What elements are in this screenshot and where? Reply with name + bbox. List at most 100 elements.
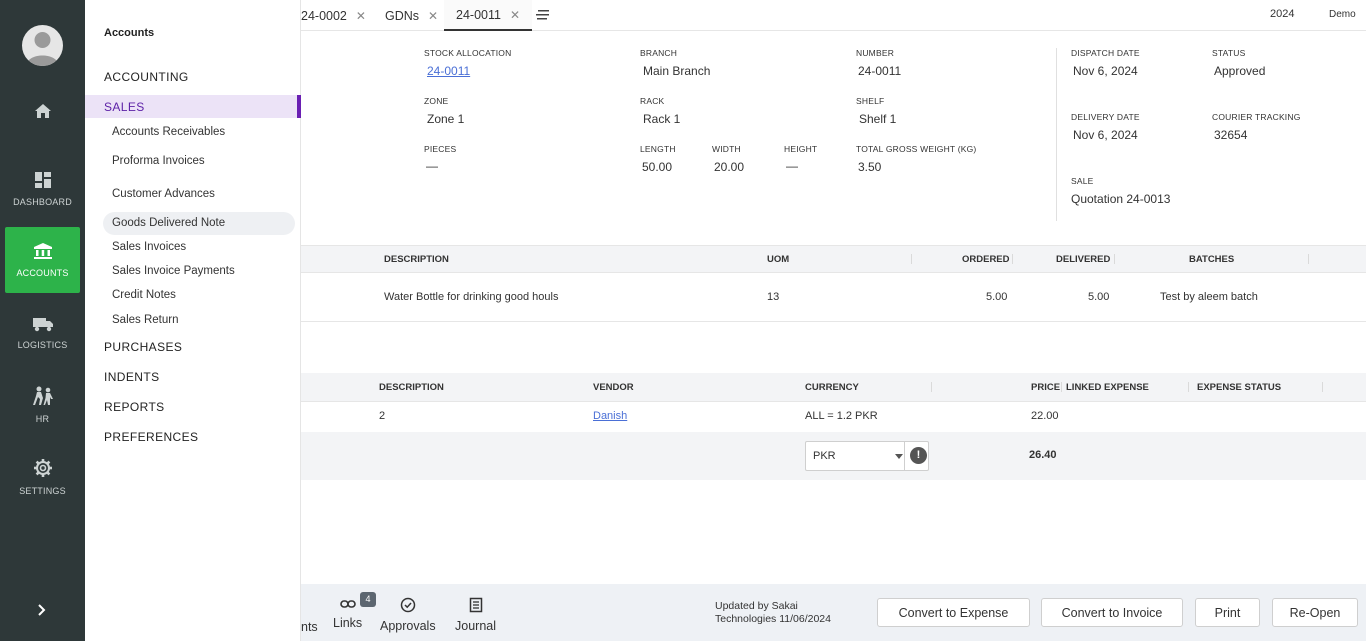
menu-section-reports[interactable]: REPORTS (104, 400, 165, 414)
value-sale[interactable]: Quotation 24-0013 (1071, 192, 1170, 206)
currency-select[interactable]: PKR ! (805, 441, 929, 471)
avatar[interactable] (22, 25, 63, 66)
menu-item-sales-invoices[interactable]: Sales Invoices (112, 241, 186, 253)
dashboard-icon (34, 172, 51, 188)
rail-label-dashboard: DASHBOARD (13, 197, 72, 207)
column-separator (1188, 382, 1189, 392)
column-separator (911, 254, 912, 264)
label-branch: BRANCH (640, 48, 678, 58)
approvals-button[interactable]: Approvals (380, 597, 436, 633)
expense-row-vendor[interactable]: Danish (593, 410, 627, 422)
convert-to-expense-button[interactable]: Convert to Expense (877, 598, 1030, 627)
chevron-right-icon (38, 604, 46, 616)
value-stock-allocation[interactable]: 24-0011 (427, 64, 470, 78)
convert-to-invoice-button[interactable]: Convert to Invoice (1041, 598, 1183, 627)
fiscal-year[interactable]: 2024 (1270, 8, 1294, 20)
close-icon[interactable]: ✕ (356, 9, 366, 23)
row-description: Water Bottle for drinking good houls (384, 291, 559, 303)
header-currency: CURRENCY (805, 382, 859, 393)
journal-icon (469, 597, 482, 613)
menu-item-sales-invoice-payments[interactable]: Sales Invoice Payments (112, 265, 235, 277)
value-shelf: Shelf 1 (859, 112, 897, 126)
menu-item-customer-advances[interactable]: Customer Advances (112, 188, 215, 200)
value-dispatch-date: Nov 6, 2024 (1073, 64, 1138, 78)
column-separator (931, 382, 932, 392)
menu-section-indents[interactable]: INDENTS (104, 370, 159, 384)
label-status: STATUS (1212, 48, 1246, 58)
label-pieces: PIECES (424, 144, 457, 154)
value-status: Approved (1214, 64, 1266, 78)
value-rack: Rack 1 (643, 112, 681, 126)
divider (301, 321, 1366, 322)
header-price: PRICE (1031, 382, 1061, 393)
label-dispatch-date: DISPATCH DATE (1071, 48, 1140, 58)
expense-row-currency: ALL = 1.2 PKR (805, 410, 878, 422)
user-silhouette-icon (26, 32, 59, 66)
vendor-link[interactable]: Danish (593, 410, 627, 422)
warning-icon[interactable]: ! (910, 447, 927, 464)
menu-item-proforma-invoices[interactable]: Proforma Invoices (112, 155, 205, 167)
rail-item-hr[interactable]: HR (5, 372, 80, 438)
menu-item-accounts-receivables[interactable]: Accounts Receivables (112, 126, 225, 138)
rail-label-hr: HR (35, 414, 50, 424)
user-name[interactable]: Demo (1329, 9, 1356, 20)
reopen-button[interactable]: Re-Open (1272, 598, 1358, 627)
gear-icon (33, 459, 52, 477)
menu-section-accounting[interactable]: ACCOUNTING (104, 70, 189, 84)
value-courier-tracking: 32654 (1214, 128, 1248, 142)
stock-allocation-link[interactable]: 24-0011 (427, 64, 470, 78)
close-icon[interactable]: ✕ (510, 8, 520, 22)
label-height: HEIGHT (784, 144, 818, 154)
menu-item-credit-notes[interactable]: Credit Notes (112, 289, 176, 301)
row-uom: 13 (767, 291, 780, 303)
value-height: — (786, 159, 798, 173)
tab-list-icon[interactable] (536, 9, 550, 21)
value-length: 50.00 (642, 160, 673, 174)
print-button[interactable]: Print (1195, 598, 1260, 627)
value-delivery-date: Nov 6, 2024 (1073, 128, 1138, 142)
details-divider (1056, 48, 1057, 221)
divider (301, 272, 1366, 273)
accounts-drawer: Accounts ACCOUNTING SALES Accounts Recei… (85, 0, 301, 641)
updated-by-date: Technologies 11/06/2024 (715, 613, 831, 625)
expense-row-description: 2 (379, 410, 386, 422)
row-batches: Test by aleem batch (1160, 291, 1258, 303)
menu-item-sales-return[interactable]: Sales Return (112, 314, 178, 326)
header-delivered: DELIVERED (1056, 254, 1111, 265)
rail-item-dashboard[interactable]: DASHBOARD (5, 156, 80, 222)
menu-section-sales[interactable]: SALES (85, 95, 301, 118)
expand-rail-button[interactable] (30, 598, 54, 622)
rail-item-home[interactable] (5, 82, 80, 148)
rail-item-accounts[interactable]: ACCOUNTS (5, 227, 80, 293)
rail-item-logistics[interactable]: LOGISTICS (5, 300, 80, 366)
header-vendor: VENDOR (593, 382, 634, 393)
tab-gdns[interactable]: GDNs ✕ (385, 0, 438, 31)
label-length: LENGTH (640, 144, 676, 154)
menu-section-purchases[interactable]: PURCHASES (104, 340, 182, 354)
menu-section-preferences[interactable]: PREFERENCES (104, 430, 198, 444)
value-branch: Main Branch (643, 64, 711, 78)
label-rack: RACK (640, 96, 665, 106)
expense-total-amount: 26.40 (1029, 449, 1057, 461)
updated-info: Updated by Sakai Technologies 11/06/2024 (715, 600, 831, 626)
comments-button[interactable]: nts (301, 620, 318, 634)
menu-item-goods-delivered-note[interactable]: Goods Delivered Note (112, 217, 225, 229)
label-stock-allocation: STOCK ALLOCATION (424, 48, 512, 58)
home-icon (34, 104, 51, 118)
value-zone: Zone 1 (427, 112, 465, 126)
tab-24-0002[interactable]: 24-0002 ✕ (301, 0, 366, 31)
close-icon[interactable]: ✕ (428, 9, 438, 23)
header-description: DESCRIPTION (384, 254, 449, 265)
truck-icon (32, 318, 53, 332)
label-gross-weight: TOTAL GROSS WEIGHT (KG) (856, 144, 977, 154)
links-button[interactable]: Links (333, 598, 362, 630)
tab-24-0011[interactable]: 24-0011 ✕ (444, 0, 533, 31)
label-number: NUMBER (856, 48, 895, 58)
label-shelf: SHELF (856, 96, 885, 106)
rail-item-settings[interactable]: SETTINGS (5, 444, 80, 510)
header-batches: BATCHES (1189, 254, 1235, 265)
column-separator (1308, 254, 1309, 264)
tab-label: 24-0011 (456, 7, 501, 22)
journal-button[interactable]: Journal (455, 597, 496, 633)
divider (301, 245, 1366, 246)
